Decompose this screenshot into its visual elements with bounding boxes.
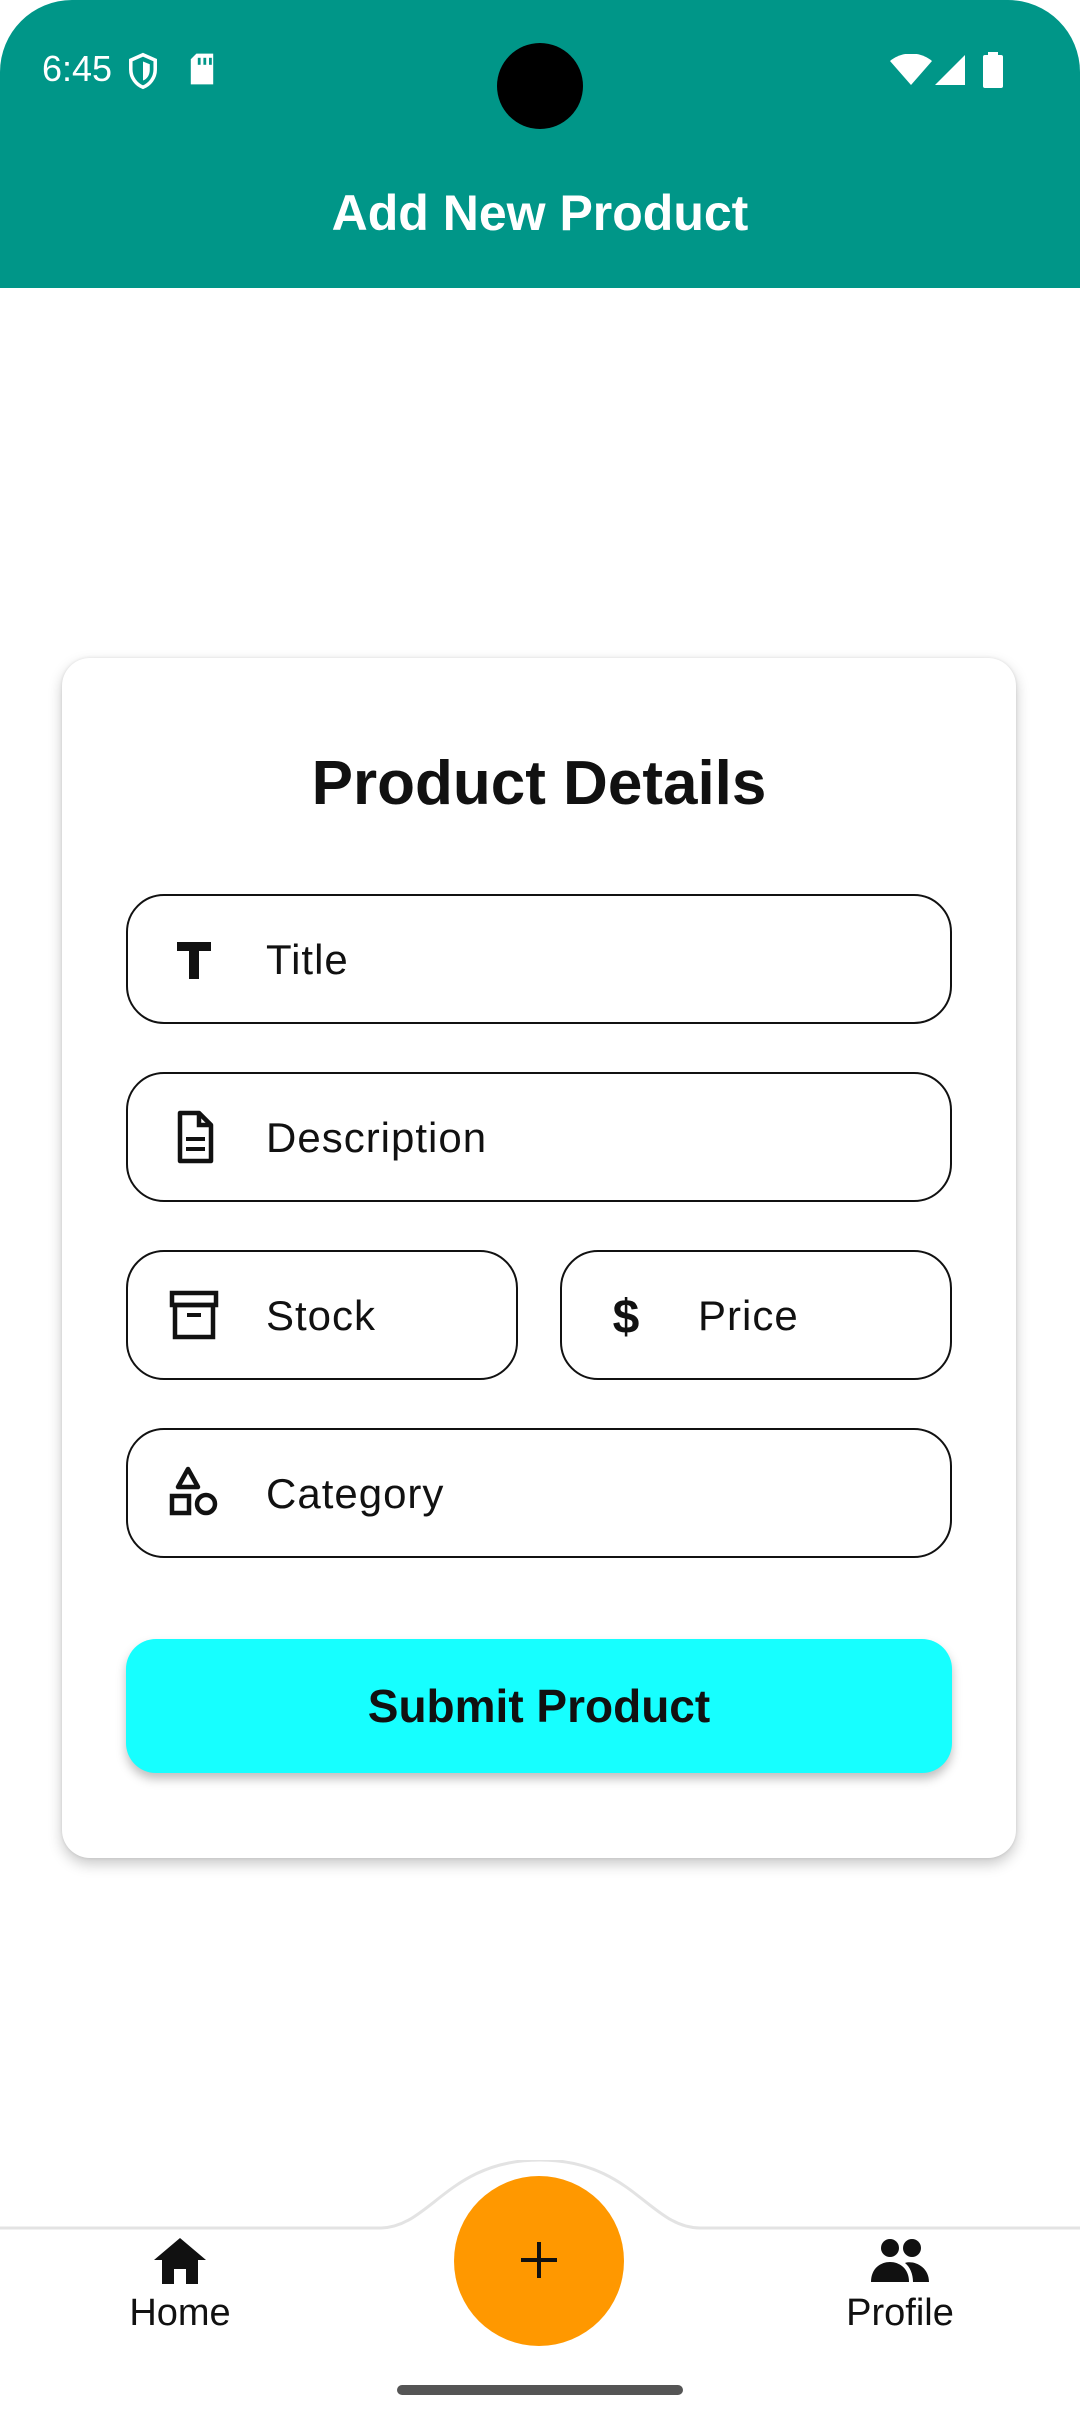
description-field[interactable]	[126, 1072, 952, 1202]
description-input[interactable]	[264, 1074, 920, 1202]
app-bar: 6:45 Add New Product	[0, 0, 1080, 288]
nav-item-home[interactable]: Home	[70, 2236, 290, 2335]
people-icon	[790, 2236, 1010, 2286]
submit-product-button[interactable]: Submit Product	[126, 1639, 952, 1773]
add-product-fab[interactable]	[454, 2176, 624, 2346]
dollar-icon: $	[596, 1285, 656, 1345]
status-bar: 6:45	[0, 0, 1080, 140]
title-icon	[164, 929, 224, 989]
card-title: Product Details	[311, 749, 767, 818]
plus-icon	[517, 2238, 561, 2285]
price-input[interactable]	[696, 1252, 920, 1380]
camera-cutout	[497, 43, 583, 129]
home-indicator	[397, 2385, 683, 2395]
shield-icon	[126, 52, 160, 95]
wifi-icon	[890, 53, 932, 91]
stock-field[interactable]	[126, 1250, 518, 1380]
category-input[interactable]	[264, 1430, 920, 1558]
svg-text:$: $	[613, 1291, 640, 1344]
product-details-card: Product Details $	[62, 658, 1016, 1858]
status-time: 6:45	[42, 48, 113, 89]
document-icon	[164, 1107, 224, 1167]
app-screen: 6:45 Add New Product Product Details Tit…	[0, 0, 1080, 2424]
nav-label-profile: Profile	[846, 2292, 954, 2334]
app-bar-title: Add New Product	[331, 185, 749, 241]
signal-icon	[934, 54, 966, 91]
title-field[interactable]	[126, 894, 952, 1024]
title-input[interactable]	[264, 896, 920, 1024]
nav-label-home: Home	[129, 2292, 231, 2334]
shapes-icon	[164, 1463, 224, 1523]
sd-card-icon	[188, 52, 216, 91]
stock-input[interactable]	[264, 1252, 486, 1380]
archive-box-icon	[164, 1285, 224, 1345]
home-icon	[70, 2236, 290, 2286]
price-field[interactable]: $	[560, 1250, 952, 1380]
nav-item-profile[interactable]: Profile	[790, 2236, 1010, 2335]
battery-icon	[982, 52, 1004, 93]
category-field[interactable]	[126, 1428, 952, 1558]
